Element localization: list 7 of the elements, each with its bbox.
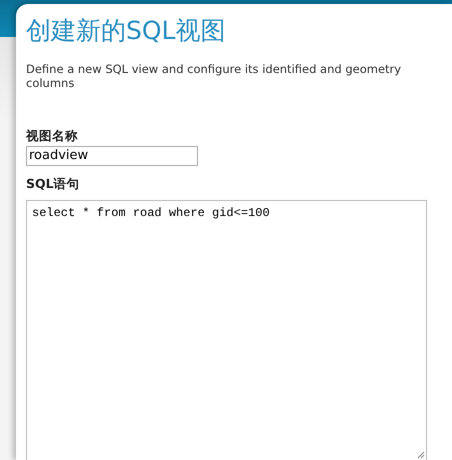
sql-label: SQL语句 (26, 176, 81, 193)
sql-field[interactable]: select * from road where gid<=100 (26, 200, 427, 460)
resize-grip-icon[interactable] (417, 451, 425, 459)
dialog-title: 创建新的SQL视图 (26, 16, 226, 46)
view-name-label: 视图名称 (26, 128, 79, 145)
dialog-description: Define a new SQL view and configure its identified and geometry columns (26, 62, 402, 90)
view-name-field[interactable]: roadview (26, 146, 198, 166)
